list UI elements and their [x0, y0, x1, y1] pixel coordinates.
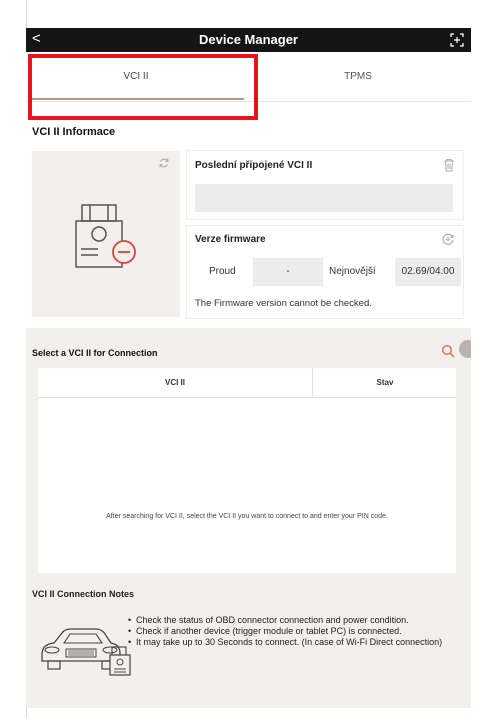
firmware-check-icon[interactable] — [441, 232, 455, 246]
car-icon — [41, 628, 131, 676]
refresh-icon[interactable] — [158, 157, 170, 169]
note-item: Check if another device (trigger module … — [128, 626, 458, 637]
vci-device-icon — [75, 204, 136, 268]
screen: < Device Manager VCI II TPMS VCI II Info… — [0, 0, 477, 718]
trash-icon[interactable] — [443, 158, 455, 172]
firmware-label: Verze firmware — [195, 234, 266, 245]
column-header-status: Stav — [376, 378, 394, 387]
notes-title: VCI II Connection Notes — [32, 589, 135, 599]
tab-tpms-label: TPMS — [344, 71, 372, 82]
title-bar: < Device Manager — [26, 28, 471, 52]
page-title: Device Manager — [199, 32, 298, 47]
tab-vci-ii-label: VCI II — [123, 71, 149, 82]
connection-title: Select a VCI II for Connection — [32, 348, 158, 358]
last-connected-value — [195, 184, 453, 212]
latest-version-value: 02.69/04.00 — [395, 258, 461, 286]
scroll-handle[interactable] — [459, 340, 471, 358]
firmware-message: The Firmware version cannot be checked. — [195, 298, 372, 309]
current-version-value: - — [253, 258, 323, 286]
expand-icon[interactable] — [449, 32, 465, 48]
note-item: It may take up to 30 Seconds to connect.… — [128, 637, 458, 648]
last-connected-card: Poslední připojené VCI II — [186, 150, 464, 220]
device-status-panel — [32, 151, 180, 317]
column-header-vci: VCI II — [38, 368, 313, 398]
last-connected-label: Poslední připojené VCI II — [195, 160, 313, 171]
vci-table: VCI II Stav After searching for VCI II, … — [38, 368, 456, 573]
notes-list: Check the status of OBD connector connec… — [128, 615, 458, 648]
note-item: Check the status of OBD connector connec… — [128, 615, 458, 626]
connection-section: Select a VCI II for Connection VCI II St… — [26, 328, 471, 573]
firmware-card: Verze firmware Proud - Nejnovější 02.69/… — [186, 225, 464, 319]
table-header: VCI II Stav — [38, 368, 456, 398]
search-icon[interactable] — [441, 344, 455, 358]
current-version-label: Proud — [209, 266, 236, 277]
firmware-version-row: Proud - Nejnovější 02.69/04.00 — [195, 258, 461, 286]
tab-bar: VCI II TPMS — [26, 52, 471, 102]
tab-tpms[interactable]: TPMS — [248, 52, 468, 102]
active-tab-underline — [28, 98, 244, 100]
empty-table-message: After searching for VCI II, select the V… — [106, 513, 388, 520]
vci-info-title: VCI II Informace — [32, 126, 116, 138]
latest-version-label: Nejnovější — [329, 266, 376, 277]
connection-notes: VCI II Connection Notes Check the st — [26, 573, 471, 708]
tab-vci-ii[interactable]: VCI II — [26, 52, 246, 102]
device-manager-app: < Device Manager VCI II TPMS VCI II Info… — [26, 28, 471, 708]
